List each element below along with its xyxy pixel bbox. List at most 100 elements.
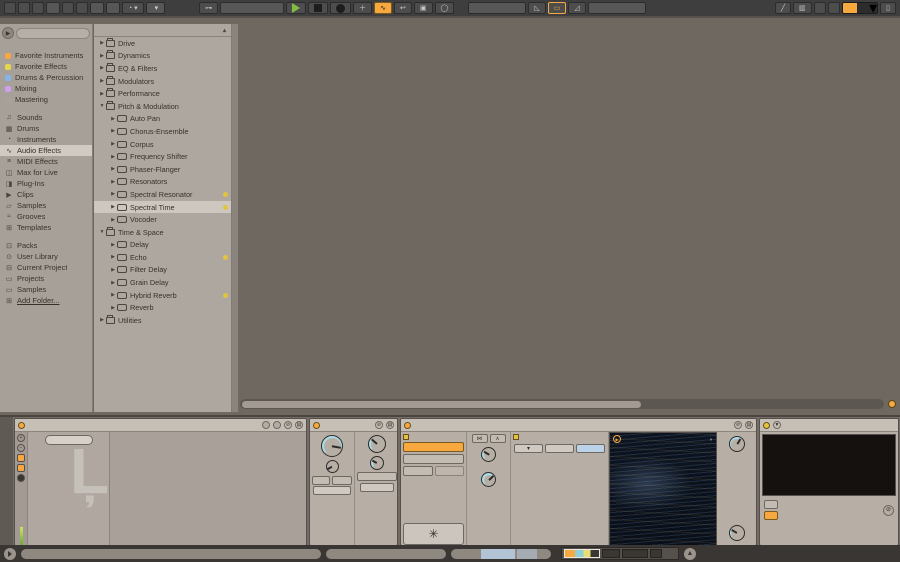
- hide-device-view-icon[interactable]: ▲: [684, 547, 696, 560]
- xfade-cross-icon[interactable]: ⋈: [471, 434, 488, 443]
- groove-amount-field[interactable]: [106, 2, 120, 14]
- tempo-field[interactable]: [46, 2, 60, 14]
- device-on-led[interactable]: [404, 421, 411, 429]
- draw-mode-button[interactable]: ╱: [774, 2, 792, 14]
- delay-drywet-value[interactable]: [576, 444, 605, 453]
- expand-arrow-icon[interactable]: ▶: [109, 267, 117, 273]
- loop-length-field[interactable]: [587, 2, 646, 14]
- ribbon-device[interactable]: [602, 549, 620, 558]
- tree-item[interactable]: ▶ Performance: [94, 87, 231, 100]
- sidebar-item-clips[interactable]: ▶ Clips: [0, 189, 92, 200]
- session-record-button[interactable]: ◯: [434, 2, 455, 14]
- expand-arrow-icon[interactable]: ▶: [109, 191, 117, 197]
- tree-item[interactable]: ▶ Vocoder: [94, 213, 231, 226]
- sidebar-item-current-project[interactable]: ⊟ Current Project: [0, 262, 92, 273]
- sidebar-item-projects[interactable]: ▭ Projects: [0, 273, 92, 284]
- hot-swap-icon[interactable]: ⊘: [284, 421, 292, 429]
- quantize-menu[interactable]: ▾: [145, 2, 166, 14]
- tree-item[interactable]: ▶ Phaser-Flanger: [94, 163, 231, 176]
- expand-arrow-icon[interactable]: ▶: [109, 217, 117, 223]
- out-drywet-knob[interactable]: [728, 525, 745, 541]
- follow-arrow-icon[interactable]: ⊶: [199, 2, 219, 14]
- sidebar-item-plug-ins[interactable]: ◨ Plug-Ins: [0, 178, 92, 189]
- time-signature-field[interactable]: [90, 2, 104, 14]
- sidebar-item-collection[interactable]: Mixing: [0, 83, 92, 94]
- filter-pre-button[interactable]: [312, 476, 330, 485]
- tree-item[interactable]: ▶ Filter Delay: [94, 264, 231, 277]
- dc-shift-button[interactable]: [357, 472, 397, 481]
- nudge-up-button[interactable]: [76, 2, 88, 14]
- tree-column-header[interactable]: ▴: [94, 24, 231, 37]
- device-scroll-segment[interactable]: [326, 548, 446, 559]
- rack-map-button[interactable]: [273, 421, 281, 429]
- show-device-chain-icon[interactable]: [4, 547, 16, 560]
- expand-arrow-icon[interactable]: ▶: [109, 116, 117, 122]
- follow-button[interactable]: [18, 2, 30, 14]
- fold-device-icon[interactable]: ▼: [773, 421, 781, 429]
- device-on-led[interactable]: [313, 421, 320, 429]
- expand-arrow-icon[interactable]: ▶: [109, 242, 117, 248]
- tree-item[interactable]: ▶ Utilities: [94, 314, 231, 327]
- fade-out-knob[interactable]: [481, 472, 496, 487]
- sidebar-item-samples[interactable]: ▭ Samples: [0, 284, 92, 295]
- drywet-value[interactable]: [360, 483, 394, 492]
- jitter-knob[interactable]: [325, 460, 339, 473]
- expand-arrow-icon[interactable]: ▶: [98, 317, 106, 323]
- scrollbar-handle[interactable]: [242, 400, 642, 408]
- shape-knob[interactable]: [370, 456, 384, 470]
- tree-item[interactable]: ▶ Echo: [94, 251, 231, 264]
- sidebar-item-user-library[interactable]: ⊙ User Library: [0, 251, 92, 262]
- rate-sync-button[interactable]: [764, 511, 778, 520]
- xfade-curve-icon[interactable]: ∧: [489, 434, 506, 443]
- tree-item[interactable]: ▶ Dynamics: [94, 50, 231, 63]
- hot-swap-icon[interactable]: ⊘: [734, 421, 742, 429]
- freezer-led[interactable]: [403, 434, 409, 440]
- stop-button[interactable]: [308, 2, 329, 14]
- link-button[interactable]: [4, 2, 16, 14]
- tree-item[interactable]: ▶ Delay: [94, 239, 231, 252]
- punch-in-icon[interactable]: ◺: [528, 2, 546, 14]
- expand-arrow-icon[interactable]: ▶: [98, 53, 106, 59]
- nudge-down-button[interactable]: [62, 2, 74, 14]
- rack-rand-button[interactable]: [262, 421, 270, 429]
- save-preset-icon[interactable]: ▤: [295, 421, 303, 429]
- fade-in-knob[interactable]: [481, 447, 496, 462]
- mode-select[interactable]: ▾: [514, 444, 543, 453]
- expand-arrow-icon[interactable]: ▶: [109, 305, 117, 311]
- tree-item[interactable]: ▶ Spectral Time: [94, 200, 231, 214]
- tree-item[interactable]: ▼ Pitch & Modulation: [94, 100, 231, 113]
- save-preset-icon[interactable]: ▤: [386, 421, 394, 429]
- tree-item[interactable]: ▶ Grain Delay: [94, 276, 231, 289]
- device-on-led[interactable]: [763, 421, 770, 429]
- device-on-led[interactable]: [18, 421, 25, 429]
- sidebar-item-add-folder-[interactable]: ⊞ Add Folder...: [0, 295, 92, 306]
- macro-variations-toggle-icon[interactable]: [17, 454, 25, 462]
- browser-collapse-icon[interactable]: ▶: [2, 27, 14, 39]
- onsets-button[interactable]: [403, 466, 433, 476]
- redux-title-bar[interactable]: ⊘ ▤: [310, 419, 397, 432]
- resolution-dropdown-icon[interactable]: ▼: [709, 437, 713, 442]
- tree-item[interactable]: ▶ Modulators: [94, 75, 231, 88]
- tree-item[interactable]: ▶ EQ & Filters: [94, 62, 231, 75]
- metronome-icon[interactable]: ◔ ▾: [122, 2, 144, 14]
- device-chain-overview[interactable]: [561, 547, 679, 560]
- tree-item[interactable]: ▶ Reverb: [94, 301, 231, 314]
- save-preset-icon[interactable]: ▤: [745, 421, 753, 429]
- filter-post-button[interactable]: [332, 476, 352, 485]
- expand-arrow-icon[interactable]: ▶: [109, 179, 117, 185]
- tree-item[interactable]: ▼ Time & Space: [94, 226, 231, 239]
- key-map-button[interactable]: [813, 2, 826, 14]
- rate-hz-button[interactable]: [764, 500, 778, 509]
- hot-swap-icon[interactable]: ⊘: [375, 421, 383, 429]
- loop-start-field[interactable]: [468, 2, 527, 14]
- tap-tempo-button[interactable]: [32, 2, 44, 14]
- sidebar-item-instruments[interactable]: ◔ Instruments: [0, 134, 92, 145]
- retrigger-button[interactable]: [403, 454, 464, 464]
- macro-knobs-toggle-icon[interactable]: [17, 464, 25, 472]
- expand-arrow-icon[interactable]: ▶: [109, 254, 117, 260]
- device-scroll-segment[interactable]: [21, 548, 321, 559]
- device-scroll-segment[interactable]: [451, 548, 551, 559]
- expand-arrow-icon[interactable]: ▶: [109, 141, 117, 147]
- expand-arrow-icon[interactable]: ▶: [109, 166, 117, 172]
- tree-item[interactable]: ▶ Chorus-Ensemble: [94, 125, 231, 138]
